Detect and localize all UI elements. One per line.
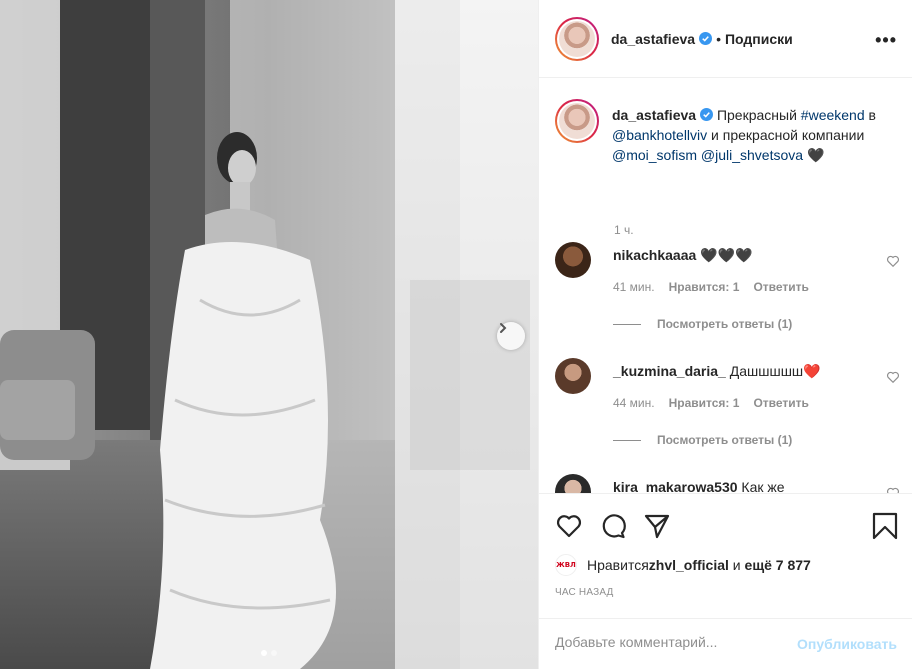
reply-button[interactable]: Ответить [753,396,808,410]
comment-likes[interactable]: Нравится: 1 [669,280,740,294]
view-replies-label: Посмотреть ответы (1) [657,433,793,447]
comment-time[interactable]: 44 мин. [613,396,655,410]
comment-body: Как же [737,479,785,493]
caption-segment: в [864,107,876,123]
commenter-avatar[interactable] [555,474,591,493]
view-replies-button[interactable]: Посмотреть ответы (1) [613,317,792,331]
comment-text: _kuzmina_daria_ Дашшшшш❤️ [613,362,821,380]
comment-username[interactable]: _kuzmina_daria_ [613,363,726,379]
caption-time[interactable]: 1 ч. [614,223,634,237]
caption-text: da_astafieva Прекрасный #weekend в @bank… [612,105,892,165]
likes-prefix: Нравится [587,557,649,573]
comment-text: kira_makarowa530 Как же [613,478,785,493]
comment-body: Дашшшшш❤️ [725,363,821,379]
heart-icon[interactable] [886,370,900,384]
comment-meta: 41 мин. Нравится: 1 Ответить [613,280,809,294]
heart-icon[interactable] [886,486,900,493]
caption-avatar[interactable] [555,99,599,143]
liker-username[interactable]: zhvl_official [649,557,729,573]
author-username[interactable]: da_astafieva [611,31,695,47]
mention-link[interactable]: @bankhotellviv [612,127,707,143]
liker-avatar[interactable]: ЖВЛ [555,554,577,576]
comment-bubble-icon[interactable] [599,512,627,540]
next-photo-button[interactable] [497,322,525,350]
carousel-dot [271,650,277,656]
publish-button[interactable]: Опубликовать [797,636,897,652]
header-separator: • [716,30,721,47]
comment-input[interactable] [555,634,775,650]
caption-segment: Прекрасный [713,107,801,123]
caption-username[interactable]: da_astafieva [612,107,696,123]
mention-link[interactable]: @juli_shvetsova [701,147,803,163]
comment-time[interactable]: 41 мин. [613,280,655,294]
reply-button[interactable]: Ответить [753,280,808,294]
likes-middle: и [728,557,745,573]
mention-link[interactable]: @moi_sofism [612,147,697,163]
verified-badge-icon [700,108,714,121]
view-replies-button[interactable]: Посмотреть ответы (1) [613,433,792,447]
like-heart-icon[interactable] [555,512,583,540]
likes-summary: ЖВЛ Нравится zhvl_official и ещё 7 877 [555,554,811,576]
post-timestamp[interactable]: ЧАС НАЗАД [555,587,614,598]
comment-text: nikachkaaaa 🖤🖤🖤 [613,246,752,264]
comments-list[interactable]: da_astafieva Прекрасный #weekend в @bank… [539,79,912,493]
view-replies-label: Посмотреть ответы (1) [657,317,793,331]
comment-username[interactable]: kira_makarowa530 [613,479,738,493]
more-options-icon[interactable]: ••• [875,30,897,51]
likes-count-button[interactable]: ещё 7 877 [745,557,811,573]
carousel-dots [0,650,538,656]
photo-image [0,0,538,669]
post-header: da_astafieva • Подписки ••• [539,0,912,78]
author-avatar[interactable] [555,16,599,61]
bookmark-save-icon[interactable] [871,512,899,540]
commenter-avatar[interactable] [555,242,591,278]
hashtag-link[interactable]: #weekend [801,107,865,123]
comment-likes[interactable]: Нравится: 1 [669,396,740,410]
post-photo[interactable] [0,0,538,669]
share-plane-icon[interactable] [643,512,671,540]
caption-segment: и прекрасной компании [707,127,865,143]
add-comment-bar: Опубликовать [539,618,912,669]
chevron-right-icon [500,323,507,333]
comment-username[interactable]: nikachkaaaa [613,247,696,263]
follow-status-button[interactable]: Подписки [725,31,793,47]
comment-meta: 44 мин. Нравится: 1 Ответить [613,396,809,410]
verified-badge-icon [699,32,713,45]
heart-icon[interactable] [886,254,900,268]
caption-segment: 🖤 [803,147,825,163]
post-side-panel: da_astafieva • Подписки ••• da_astafieva… [538,0,912,669]
commenter-avatar[interactable] [555,358,591,394]
comment-body: 🖤🖤🖤 [696,247,753,263]
carousel-dot [261,650,267,656]
post-actions: ЖВЛ Нравится zhvl_official и ещё 7 877 Ч… [539,493,912,669]
